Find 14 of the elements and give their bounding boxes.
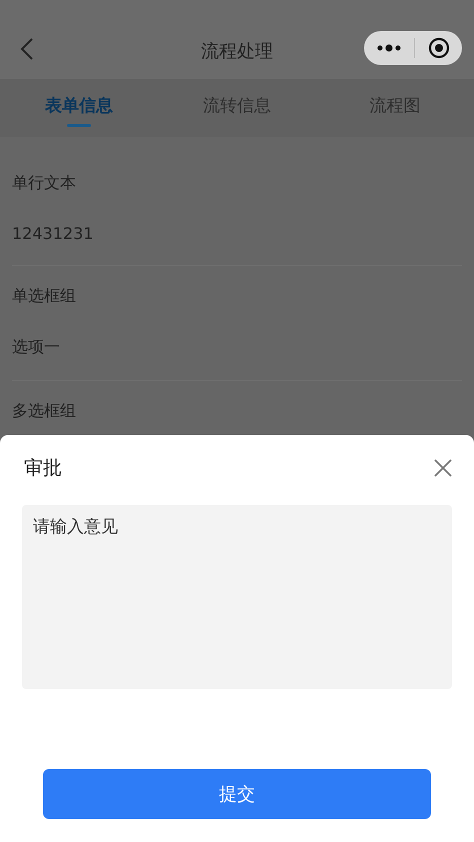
- back-icon[interactable]: [20, 37, 34, 61]
- field-label: 单选框组: [12, 286, 77, 307]
- close-icon[interactable]: [434, 459, 452, 477]
- sheet-title: 审批: [24, 456, 62, 481]
- comment-field[interactable]: 请输入意见: [22, 505, 452, 689]
- field-value: 选项一: [12, 337, 61, 358]
- page-title: 流程处理: [200, 40, 274, 63]
- close-mini-program-icon[interactable]: [428, 37, 450, 59]
- submit-button[interactable]: 提交: [43, 769, 431, 819]
- field-label: 多选框组: [12, 401, 77, 422]
- tab[interactable]: 表单信息: [0, 79, 158, 137]
- more-icon[interactable]: [376, 43, 402, 53]
- field-label: 单行文本: [12, 173, 77, 194]
- field-value: 12431231: [12, 224, 94, 243]
